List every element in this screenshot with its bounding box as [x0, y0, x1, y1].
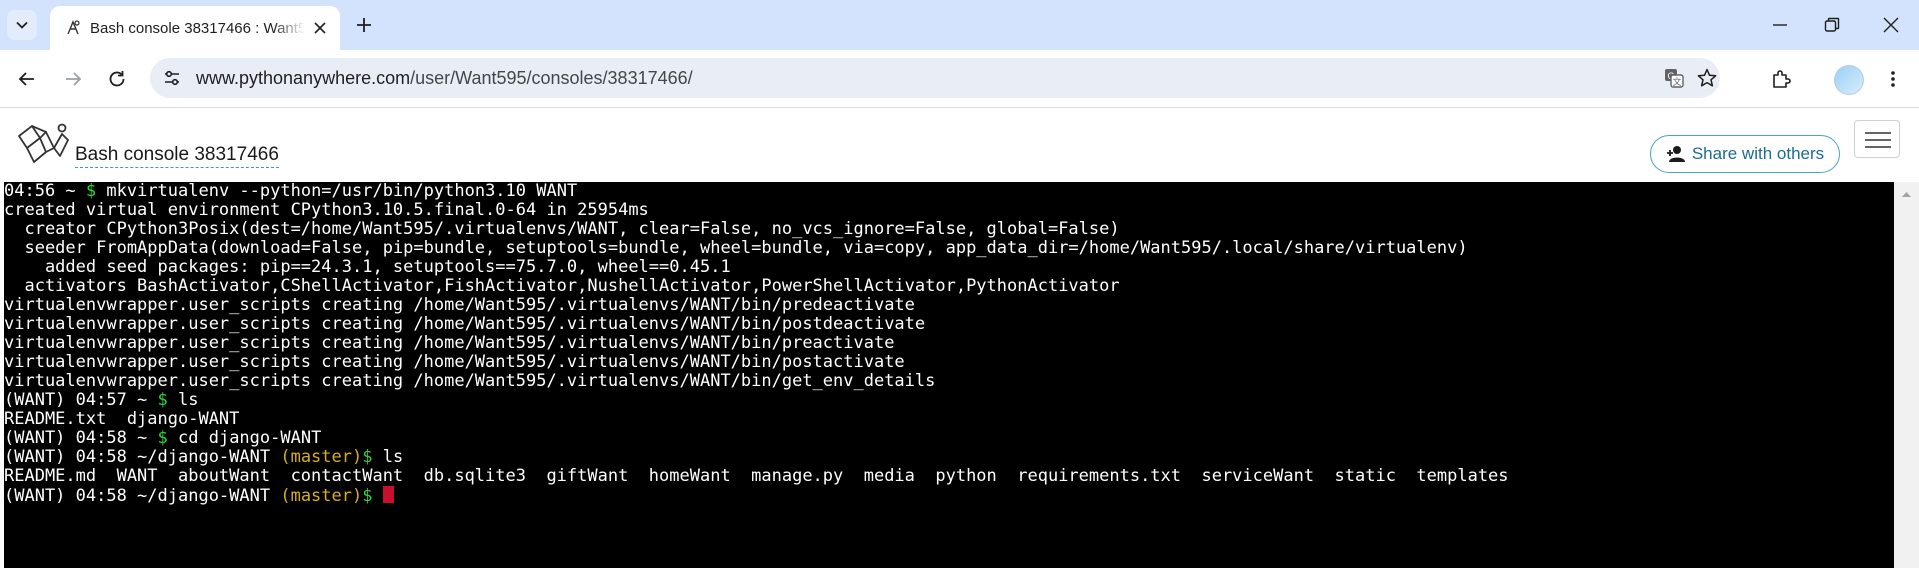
terminal-line: virtualenvwrapper.user_scripts creating …: [4, 315, 1894, 334]
terminal-line: creator CPython3Posix(dest=/home/Want595…: [4, 220, 1894, 239]
terminal-output-text: virtualenvwrapper.user_scripts creating …: [4, 333, 895, 353]
tab-close-icon[interactable]: [312, 20, 328, 36]
console-title[interactable]: Bash console 38317466: [75, 144, 279, 168]
hamburger-menu-button[interactable]: [1854, 120, 1900, 158]
browser-toolbar: www.pythonanywhere.com/user/Want595/cons…: [0, 50, 1919, 108]
terminal-output-text: created virtual environment CPython3.10.…: [4, 200, 649, 220]
share-label: Share with others: [1691, 144, 1825, 163]
terminal-output-text: creator CPython3Posix(dest=/home/Want595…: [4, 219, 1120, 239]
terminal-line: (WANT) 04:58 ~ $ cd django-WANT: [4, 429, 1894, 448]
pythonanywhere-favicon-icon: [67, 20, 80, 35]
terminal-line: added seed packages: pip==24.3.1, setupt…: [4, 258, 1894, 277]
terminal-prompt-prefix: (WANT) 04:58 ~/django-WANT: [4, 447, 281, 467]
arrow-left-icon[interactable]: [16, 68, 38, 90]
terminal-prompt-prefix: (WANT) 04:57 ~: [4, 390, 158, 410]
terminal-line: activators BashActivator,CShellActivator…: [4, 277, 1894, 296]
git-branch-indicator: (master): [280, 486, 363, 506]
tab-search-button[interactable]: [7, 10, 37, 40]
terminal-prompt-prefix: (WANT) 04:58 ~: [4, 428, 158, 448]
browser-tab-active[interactable]: Bash console 38317466 : Want595: [50, 6, 340, 50]
url-path: /user/Want595/consoles/38317466/: [410, 68, 693, 88]
window-close-icon[interactable]: [1881, 15, 1901, 35]
terminal-output-text: virtualenvwrapper.user_scripts creating …: [4, 371, 936, 391]
terminal-output-text: virtualenvwrapper.user_scripts creating …: [4, 295, 915, 315]
terminal-line: README.md WANT aboutWant contactWant db.…: [4, 467, 1894, 486]
terminal-line: 04:56 ~ $ mkvirtualenv --python=/usr/bin…: [4, 182, 1894, 201]
arrow-right-icon[interactable]: [62, 68, 84, 90]
browser-tab-strip: Bash console 38317466 : Want595: [0, 0, 1919, 50]
hamburger-bar: [1865, 146, 1891, 148]
puzzle-icon[interactable]: [1770, 68, 1792, 90]
chevron-down-icon: [16, 21, 28, 29]
profile-avatar[interactable]: [1834, 65, 1864, 95]
address-bar[interactable]: www.pythonanywhere.com/user/Want595/cons…: [150, 58, 1720, 98]
hamburger-icon: [1865, 132, 1891, 134]
terminal-output-text: virtualenvwrapper.user_scripts creating …: [4, 314, 926, 334]
hamburger-bar: [1865, 139, 1891, 141]
scroll-up-arrow-icon[interactable]: [1894, 186, 1919, 202]
terminal-output-text: README.md WANT aboutWant contactWant db.…: [4, 466, 1509, 486]
new-tab-plus-icon[interactable]: [354, 15, 374, 35]
terminal-line: (WANT) 04:57 ~ $ ls: [4, 391, 1894, 410]
terminal-output-text: seeder FromAppData(download=False, pip=b…: [4, 238, 1468, 258]
prompt-dollar-sign: $: [85, 182, 97, 201]
terminal-line: (WANT) 04:58 ~/django-WANT (master)$ ls: [4, 448, 1894, 467]
pythonanywhere-header: Bash console 38317466 Share with others: [0, 108, 1919, 182]
reload-icon[interactable]: [106, 68, 128, 90]
terminal-cursor: [382, 486, 394, 503]
terminal-output-text: virtualenvwrapper.user_scripts creating …: [4, 352, 905, 372]
url-host: www.pythonanywhere.com: [196, 68, 411, 88]
tab-title: Bash console 38317466 : Want595: [90, 20, 305, 37]
terminal-line: virtualenvwrapper.user_scripts creating …: [4, 334, 1894, 353]
terminal-line: virtualenvwrapper.user_scripts creating …: [4, 353, 1894, 372]
translate-icon[interactable]: G 文: [1663, 67, 1685, 89]
terminal-line: README.txt django-WANT: [4, 410, 1894, 429]
tune-icon[interactable]: [162, 68, 182, 88]
git-branch-indicator: (master): [280, 447, 363, 467]
terminal-command-text: ls: [167, 390, 199, 410]
terminal-output-text: README.txt django-WANT: [4, 409, 240, 429]
terminal-command-text: cd django-WANT: [167, 428, 322, 448]
terminal-command-text: [372, 486, 382, 506]
terminal-prompt-prefix: (WANT) 04:58 ~/django-WANT: [4, 486, 281, 506]
terminal-output-text: added seed packages: pip==24.3.1, setupt…: [4, 257, 731, 277]
url-text: www.pythonanywhere.com/user/Want595/cons…: [196, 68, 693, 89]
share-with-others-button[interactable]: Share with others: [1650, 135, 1840, 173]
prompt-dollar-sign: $: [157, 428, 168, 448]
terminal-line: (WANT) 04:58 ~/django-WANT (master)$: [4, 486, 1894, 506]
terminal-output-text: activators BashActivator,CShellActivator…: [4, 276, 1120, 296]
terminal-line: virtualenvwrapper.user_scripts creating …: [4, 296, 1894, 315]
prompt-dollar-sign: $: [362, 447, 373, 467]
terminal-command-text: mkvirtualenv --python=/usr/bin/python3.1…: [96, 182, 578, 201]
terminal-line: created virtual environment CPython3.10.…: [4, 201, 1894, 220]
add-person-icon: [1666, 146, 1685, 162]
minimize-icon[interactable]: [1770, 15, 1790, 35]
terminal-command-text: ls: [372, 447, 404, 467]
prompt-dollar-sign: $: [362, 486, 373, 506]
restore-icon[interactable]: [1822, 15, 1842, 35]
terminal-line: virtualenvwrapper.user_scripts creating …: [4, 372, 1894, 391]
svg-text:文: 文: [1672, 76, 1681, 87]
star-icon[interactable]: [1696, 67, 1718, 89]
kebab-icon[interactable]: [1882, 68, 1904, 90]
terminal-prompt-prefix: 04:56 ~: [4, 182, 86, 201]
prompt-dollar-sign: $: [157, 390, 168, 410]
terminal-line: seeder FromAppData(download=False, pip=b…: [4, 239, 1894, 258]
bash-console-terminal[interactable]: 04:56 ~ $ mkvirtualenv --python=/usr/bin…: [4, 182, 1894, 568]
terminal-scrollbar[interactable]: [1894, 182, 1919, 568]
pythonanywhere-logo-icon[interactable]: [16, 122, 70, 168]
